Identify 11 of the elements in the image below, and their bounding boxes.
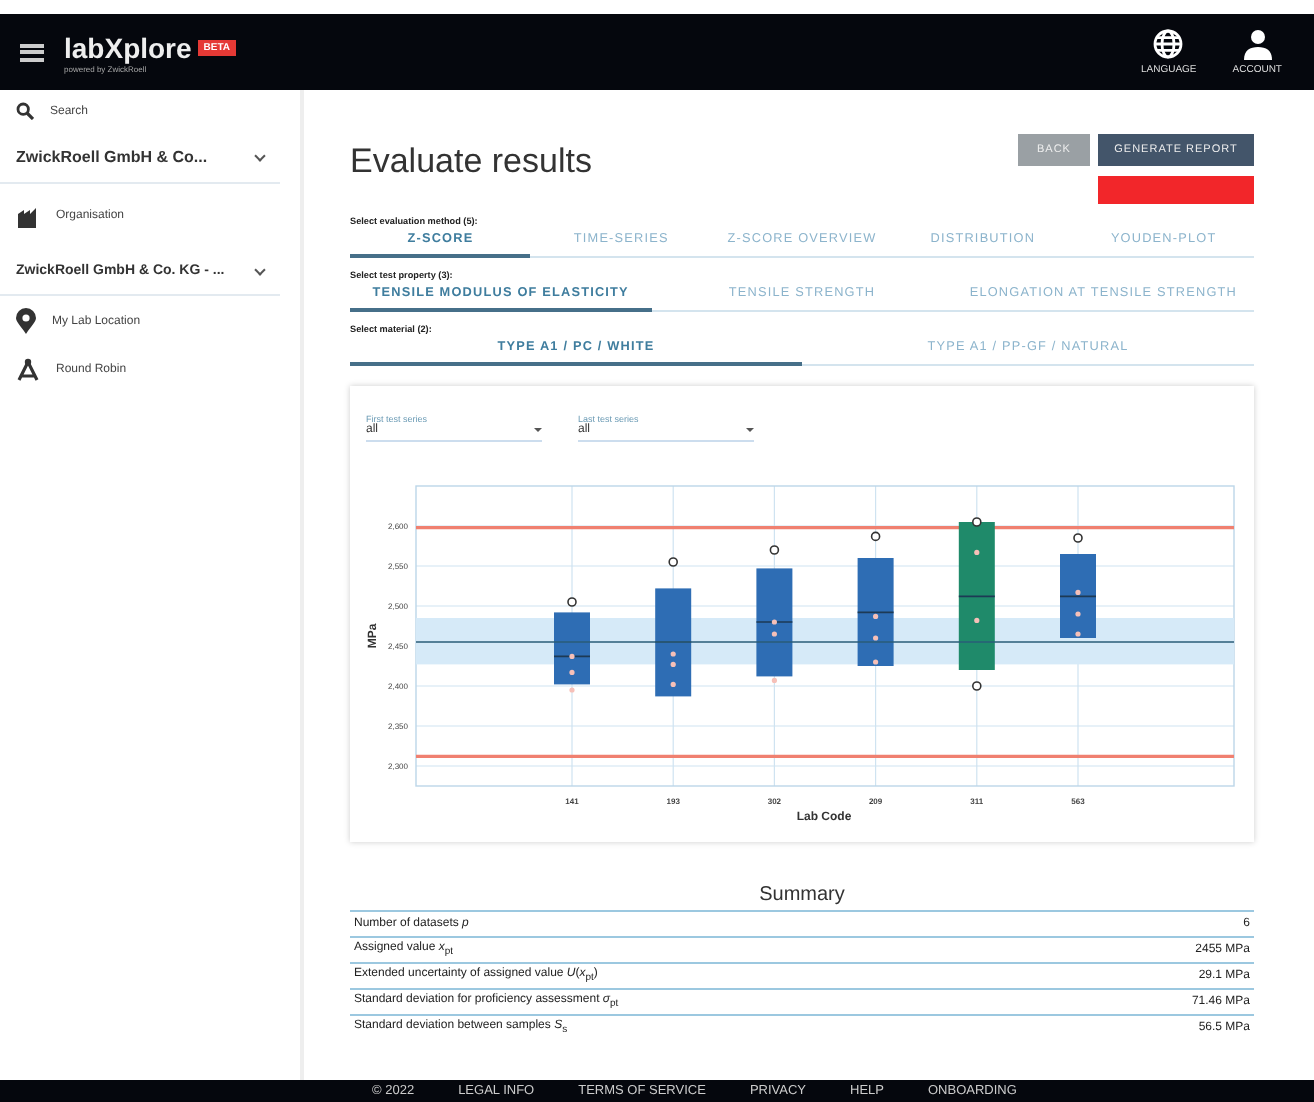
search-icon xyxy=(16,102,34,120)
company-select[interactable]: ZwickRoell GmbH & Co... xyxy=(0,132,280,184)
page-title: Evaluate results xyxy=(350,142,592,184)
logo: labXplore xyxy=(64,31,192,63)
globe-icon xyxy=(1152,28,1185,60)
person-icon xyxy=(1243,28,1272,60)
menu-button[interactable] xyxy=(20,43,44,61)
triangle-people-icon xyxy=(16,358,40,382)
pin-icon xyxy=(16,308,36,334)
summary-title: Summary xyxy=(757,884,847,906)
building-icon xyxy=(16,204,40,228)
